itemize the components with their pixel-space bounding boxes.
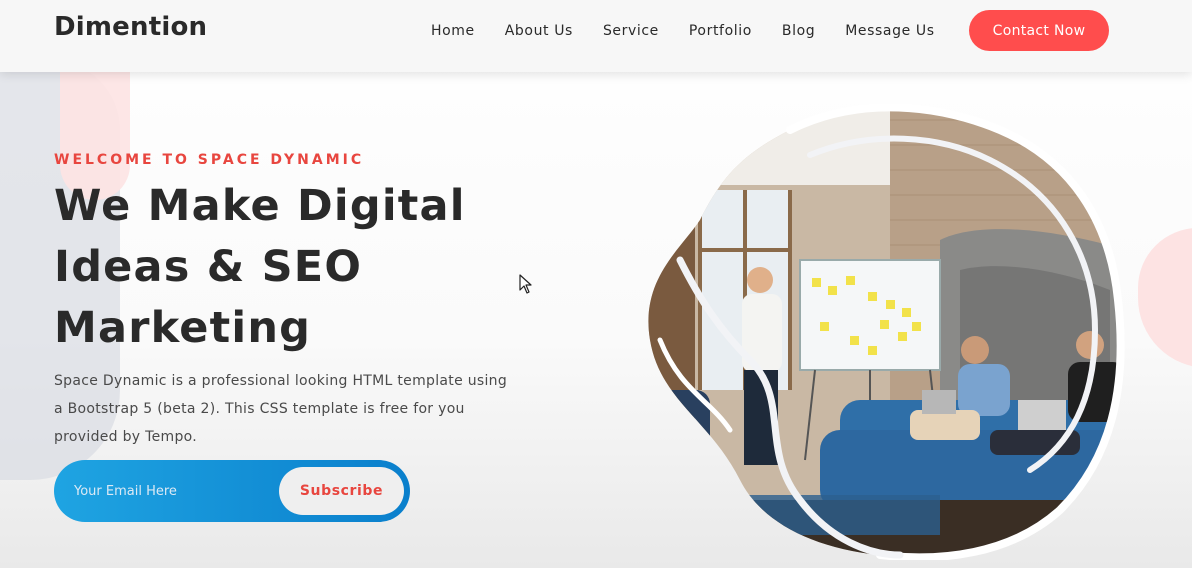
nav-item-about-us[interactable]: About Us [505, 21, 573, 41]
landing-page: Dimention Home About Us Service Portfoli… [0, 0, 1192, 568]
hero-description-line: Space Dynamic is a professional looking … [54, 373, 508, 389]
hero-title-line: Ideas & SEO [54, 242, 363, 292]
hero-description: Space Dynamic is a professional looking … [54, 367, 544, 451]
decorative-blob-right [1138, 228, 1192, 368]
main-nav: Home About Us Service Portfolio Blog Mes… [431, 21, 965, 41]
nav-item-portfolio[interactable]: Portfolio [689, 21, 752, 41]
hero-eyebrow: WELCOME TO SPACE DYNAMIC [54, 152, 365, 168]
hero-description-line: a Bootstrap 5 (beta 2). This CSS templat… [54, 401, 465, 417]
subscribe-form: Subscribe [54, 460, 410, 522]
mouse-pointer-icon [519, 274, 532, 294]
site-header: Dimention Home About Us Service Portfoli… [0, 0, 1192, 72]
subscribe-button[interactable]: Subscribe [279, 467, 404, 515]
hero-description-line: provided by Tempo. [54, 429, 198, 445]
email-input[interactable] [74, 474, 274, 508]
nav-item-service[interactable]: Service [603, 21, 659, 41]
nav-item-blog[interactable]: Blog [782, 21, 815, 41]
hero-title-line: We Make Digital [54, 181, 466, 231]
nav-item-home[interactable]: Home [431, 21, 475, 41]
hero-title: We Make Digital Ideas & SEO Marketing [54, 176, 524, 359]
hero-title-line: Marketing [54, 303, 312, 353]
contact-now-button[interactable]: Contact Now [969, 10, 1109, 51]
nav-item-message-us[interactable]: Message Us [845, 21, 934, 41]
logo[interactable]: Dimention [54, 12, 207, 42]
hero-team-photo [648, 103, 1125, 560]
